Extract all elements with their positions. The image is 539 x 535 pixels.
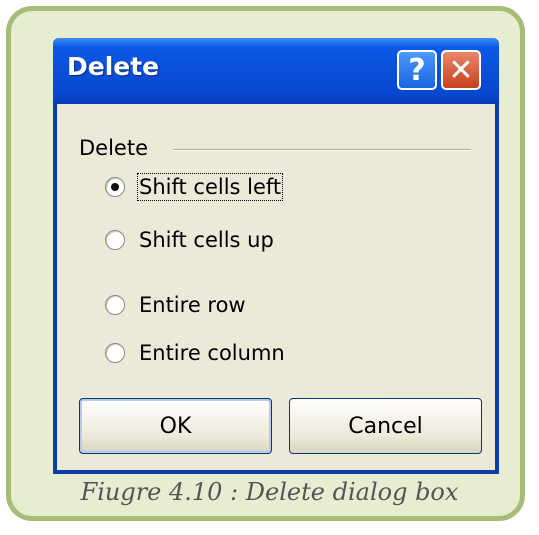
option-label: Shift cells up xyxy=(139,228,274,252)
title-bar[interactable]: Delete ? ✕ xyxy=(53,38,499,104)
radio-selected-icon[interactable] xyxy=(105,177,125,197)
dialog-title: Delete xyxy=(67,52,160,81)
help-button[interactable]: ? xyxy=(397,50,437,90)
option-entire-row[interactable]: Entire row xyxy=(105,288,246,322)
delete-dialog: Delete ? ✕ Delete Shift cells left Shift… xyxy=(53,38,499,474)
question-mark-icon: ? xyxy=(408,52,426,88)
cancel-button[interactable]: Cancel xyxy=(289,398,482,454)
ok-button[interactable]: OK xyxy=(79,398,272,454)
close-icon: ✕ xyxy=(448,52,474,88)
radio-icon[interactable] xyxy=(105,343,125,363)
radio-icon[interactable] xyxy=(105,230,125,250)
option-label: Entire row xyxy=(139,293,246,317)
option-shift-cells-left[interactable]: Shift cells left xyxy=(105,170,284,204)
group-label: Delete xyxy=(79,136,148,160)
radio-icon[interactable] xyxy=(105,295,125,315)
option-entire-column[interactable]: Entire column xyxy=(105,336,285,370)
option-label: Shift cells left xyxy=(136,173,284,201)
option-label: Entire column xyxy=(139,341,285,365)
close-button[interactable]: ✕ xyxy=(441,50,481,90)
figure-caption: Fiugre 4.10 : Delete dialog box xyxy=(80,478,459,506)
option-shift-cells-up[interactable]: Shift cells up xyxy=(105,223,274,257)
group-divider xyxy=(173,149,471,151)
